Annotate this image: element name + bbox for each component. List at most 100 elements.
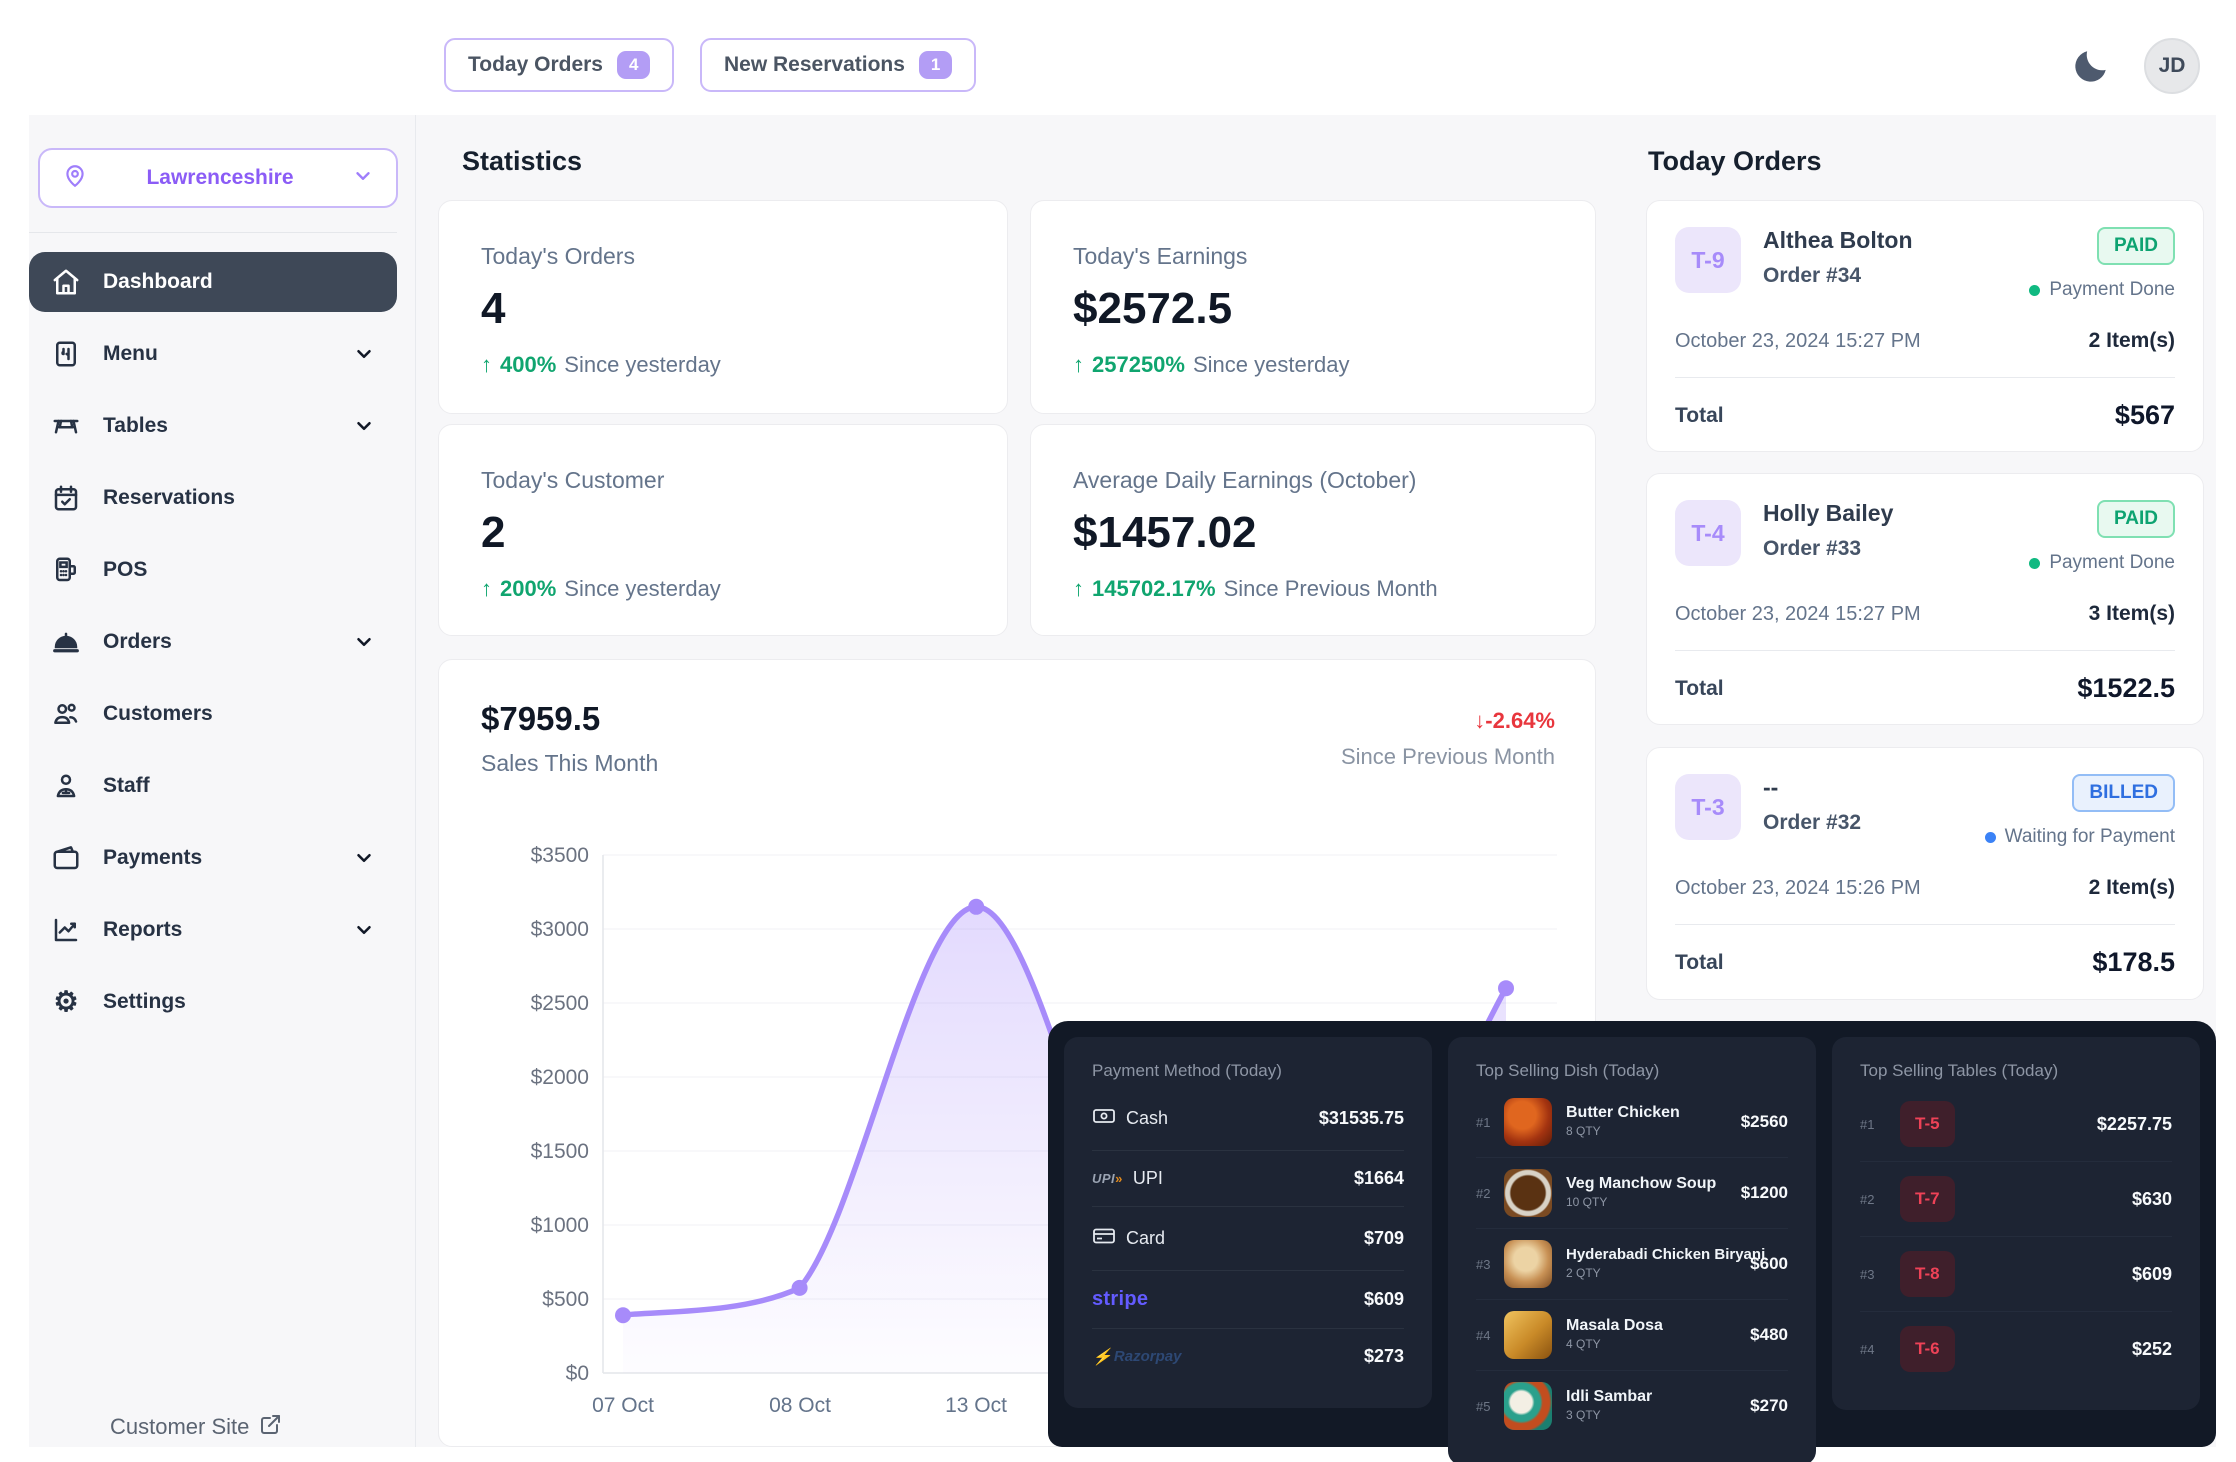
order-customer-name: Holly Bailey <box>1763 500 1893 527</box>
status-badge: PAID <box>2097 500 2175 538</box>
payment-method-panel: Payment Method (Today) Cash $31535.75 UP… <box>1064 1037 1432 1408</box>
avatar-initials: JD <box>2159 54 2186 78</box>
table-badge: T-6 <box>1900 1326 1955 1372</box>
moon-icon <box>2070 75 2112 90</box>
stat-title: Today's Orders <box>481 243 965 270</box>
stat-value: $2572.5 <box>1073 284 1553 334</box>
sidebar-item-orders[interactable]: Orders <box>29 612 397 672</box>
order-customer-name: -- <box>1763 774 1861 801</box>
sidebar-item-menu[interactable]: Menu <box>29 324 397 384</box>
order-total-amount: $178.5 <box>2092 947 2175 978</box>
svg-text:08 Oct: 08 Oct <box>769 1394 831 1417</box>
payment-status: Waiting for Payment <box>1985 826 2175 848</box>
sidebar-item-label: Payments <box>103 846 331 870</box>
chevron-down-icon <box>353 847 375 869</box>
dish-row: #4 Masala Dosa4 QTY $480 <box>1476 1300 1788 1371</box>
sidebar-item-pos[interactable]: POS <box>29 540 397 600</box>
order-item-count: 2 Item(s) <box>2089 876 2175 900</box>
status-dot-icon <box>2029 285 2040 296</box>
order-card-32[interactable]: T-3 -- Order #32 BILLED Waiting for Paym… <box>1646 747 2204 1000</box>
new-reservations-button-label: New Reservations <box>724 53 905 77</box>
sidebar-item-settings[interactable]: ⚙ Settings <box>29 972 397 1032</box>
order-total-amount: $1522.5 <box>2077 673 2175 704</box>
cloche-icon <box>51 627 81 657</box>
order-card-33[interactable]: T-4 Holly Bailey Order #33 PAID Payment … <box>1646 473 2204 725</box>
table-rank-row: #1 T-5 $2257.75 <box>1860 1087 2172 1162</box>
svg-text:07 Oct: 07 Oct <box>592 1394 654 1417</box>
sidebar-item-label: Orders <box>103 630 331 654</box>
status-dot-icon <box>2029 558 2040 569</box>
customer-site-link[interactable]: Customer Site <box>110 1412 283 1442</box>
sidebar-item-label: POS <box>103 558 375 582</box>
dark-mode-toggle[interactable] <box>2068 44 2114 90</box>
stat-value: $1457.02 <box>1073 508 1553 558</box>
staff-person-icon <box>51 771 81 801</box>
dish-photo <box>1504 1240 1552 1288</box>
order-card-34[interactable]: T-9 Althea Bolton Order #34 PAID Payment… <box>1646 200 2204 452</box>
customer-site-label: Customer Site <box>110 1414 249 1440</box>
payment-row-stripe: stripe $609 <box>1092 1271 1404 1329</box>
sidebar-nav: Dashboard Menu Tables Reservations POS O… <box>29 252 397 1044</box>
top-selling-dish-panel: Top Selling Dish (Today) #1 Butter Chick… <box>1448 1037 1816 1462</box>
dish-row: #1 Butter Chicken8 QTY $2560 <box>1476 1087 1788 1158</box>
wallet-icon <box>51 843 81 873</box>
location-selector[interactable]: Lawrenceshire <box>38 148 398 208</box>
sidebar-item-payments[interactable]: Payments <box>29 828 397 888</box>
table-badge: T-9 <box>1675 227 1741 293</box>
sidebar-item-label: Reservations <box>103 486 375 510</box>
dashboard-page: Today Orders 4 New Reservations 1 JD Law… <box>0 0 2236 1462</box>
topbar: Today Orders 4 New Reservations 1 JD <box>0 0 2236 115</box>
svg-text:$1500: $1500 <box>531 1140 589 1163</box>
sidebar-item-label: Dashboard <box>103 270 375 294</box>
sidebar-item-customers[interactable]: Customers <box>29 684 397 744</box>
order-datetime: October 23, 2024 15:27 PM <box>1675 330 1921 353</box>
dish-row: #5 Idli Sambar3 QTY $270 <box>1476 1371 1788 1441</box>
new-reservations-button[interactable]: New Reservations 1 <box>700 38 976 92</box>
payment-row-razorpay: ⚡ Razorpay $273 <box>1092 1329 1404 1384</box>
payment-status: Payment Done <box>2029 552 2175 574</box>
up-arrow-icon: ↑ <box>481 352 492 378</box>
order-datetime: October 23, 2024 15:27 PM <box>1675 603 1921 626</box>
dish-row: #2 Veg Manchow Soup10 QTY $1200 <box>1476 1158 1788 1229</box>
order-card-divider <box>1675 377 2175 378</box>
chevron-down-icon <box>353 919 375 941</box>
up-arrow-icon: ↑ <box>1073 576 1084 602</box>
stat-title: Average Daily Earnings (October) <box>1073 467 1553 494</box>
payment-status: Payment Done <box>2029 279 2175 301</box>
chevron-down-icon <box>353 631 375 653</box>
sidebar-item-staff[interactable]: Staff <box>29 756 397 816</box>
today-orders-heading: Today Orders <box>1648 146 1822 177</box>
svg-text:$3000: $3000 <box>531 918 589 941</box>
chart-x-axis-labels: 07 Oct 08 Oct 13 Oct <box>592 1394 1007 1417</box>
sidebar-item-reservations[interactable]: Reservations <box>29 468 397 528</box>
stat-delta: ↑ 400% Since yesterday <box>481 352 965 378</box>
sidebar-item-tables[interactable]: Tables <box>29 396 397 456</box>
sidebar-item-label: Reports <box>103 918 331 942</box>
upi-logo-icon: UPI» <box>1092 1171 1123 1186</box>
chevron-down-icon <box>353 343 375 365</box>
new-reservations-count-badge: 1 <box>919 51 952 79</box>
sidebar-item-label: Menu <box>103 342 331 366</box>
credit-card-icon <box>1092 1224 1116 1253</box>
dish-photo <box>1504 1382 1552 1430</box>
sidebar-item-dashboard[interactable]: Dashboard <box>29 252 397 312</box>
payment-row-cash: Cash $31535.75 <box>1092 1087 1404 1151</box>
report-chart-icon <box>51 915 81 945</box>
sidebar-item-reports[interactable]: Reports <box>29 900 397 960</box>
status-badge: BILLED <box>2072 774 2175 812</box>
sidebar-item-label: Staff <box>103 774 375 798</box>
stat-value: 2 <box>481 508 965 558</box>
sidebar-top-divider <box>29 232 397 233</box>
gear-icon: ⚙ <box>51 988 81 1016</box>
order-number: Order #34 <box>1763 264 1913 288</box>
order-total-label: Total <box>1675 951 1724 975</box>
order-number: Order #33 <box>1763 537 1893 561</box>
stripe-logo: stripe <box>1092 1288 1148 1311</box>
statistics-heading: Statistics <box>462 146 582 177</box>
pos-terminal-icon <box>51 555 81 585</box>
status-dot-icon <box>1985 832 1996 843</box>
user-avatar[interactable]: JD <box>2144 38 2200 94</box>
table-rank-row: #2 T-7 $630 <box>1860 1162 2172 1237</box>
payment-method-heading: Payment Method (Today) <box>1092 1061 1404 1081</box>
today-orders-button[interactable]: Today Orders 4 <box>444 38 674 92</box>
